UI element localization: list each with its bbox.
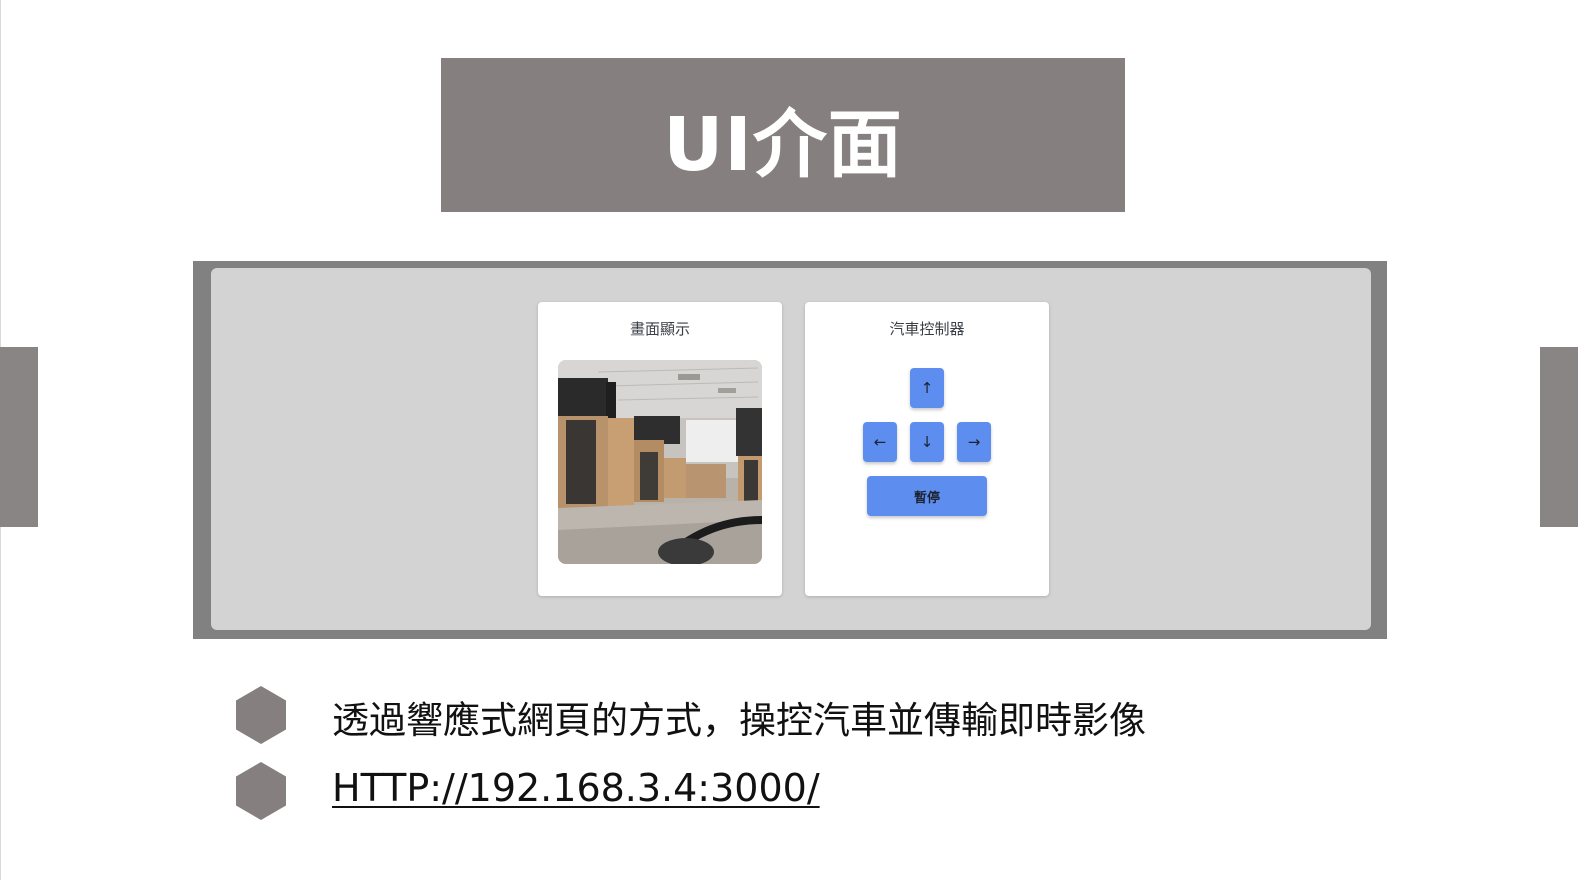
camera-feed-image <box>558 360 762 564</box>
stop-button-label: 暫停 <box>913 490 940 506</box>
right-side-tab <box>1540 347 1578 527</box>
bullet-text-url-link[interactable]: HTTP://192.168.3.4:3000/ <box>332 766 820 810</box>
arrow-up-icon: ↑ <box>920 379 934 397</box>
camera-card: 畫面顯示 <box>538 302 782 596</box>
control-card: 汽車控制器 ↑ ← ↓ → 暫停 <box>805 302 1049 596</box>
arrow-down-icon: ↓ <box>920 433 934 451</box>
hexagon-bullet-icon <box>236 686 286 744</box>
turn-right-button[interactable]: → <box>957 422 991 462</box>
slide-title: UI介面 <box>663 101 903 188</box>
control-card-title: 汽車控制器 <box>889 320 965 338</box>
app-background: 畫面顯示 汽車控制器 ↑ ← ↓ → 暫停 <box>211 268 1371 630</box>
bullet-text-description: 透過響應式網頁的方式，操控汽車並傳輸即時影像 <box>332 699 1146 742</box>
stop-button[interactable]: 暫停 <box>867 476 987 516</box>
left-side-tab <box>0 347 38 527</box>
backward-button[interactable]: ↓ <box>910 422 944 462</box>
app-screenshot-frame: 畫面顯示 汽車控制器 ↑ ← ↓ → 暫停 <box>193 261 1387 639</box>
hexagon-bullet-icon <box>236 762 286 820</box>
arrow-left-icon: ← <box>873 433 887 451</box>
arrow-right-icon: → <box>967 433 981 451</box>
forward-button[interactable]: ↑ <box>910 368 944 408</box>
turn-left-button[interactable]: ← <box>863 422 897 462</box>
title-banner: UI介面 <box>441 58 1125 212</box>
camera-card-title: 畫面顯示 <box>629 320 690 338</box>
